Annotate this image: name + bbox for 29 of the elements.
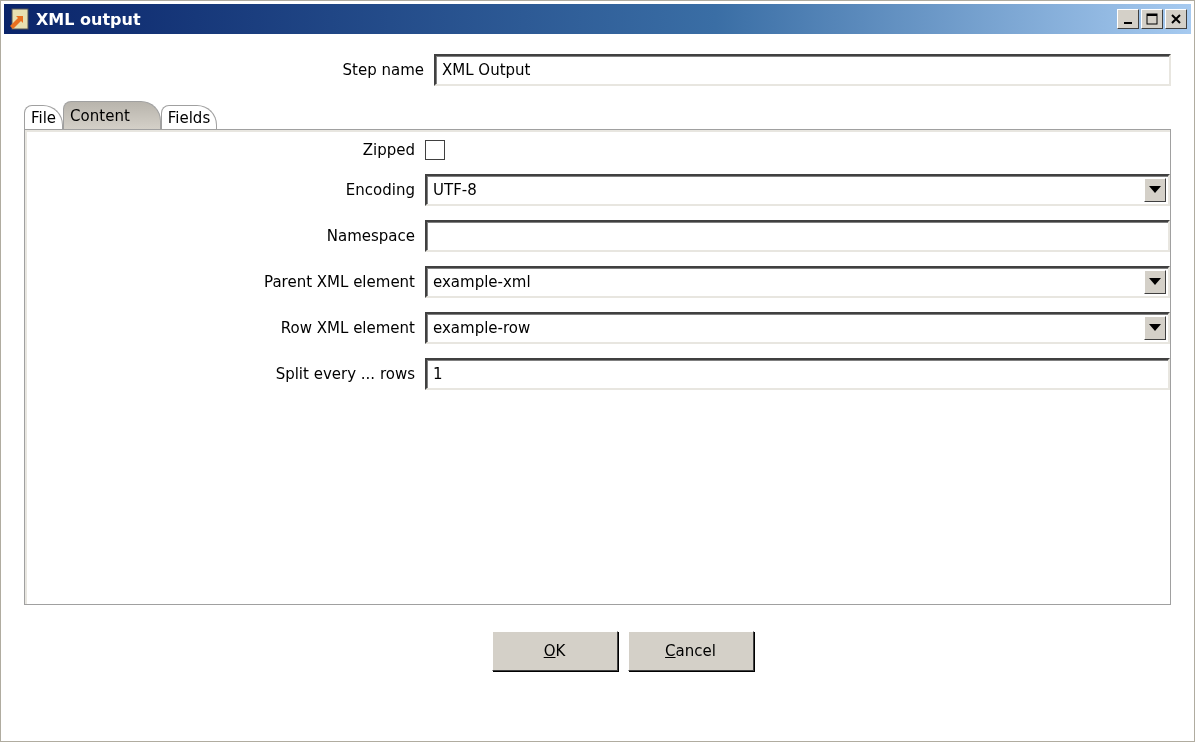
tab[interactable]: Fields	[160, 105, 218, 129]
field-label: Namespace	[325, 227, 415, 245]
tab[interactable]: Content	[63, 101, 161, 129]
dialog-button[interactable]: OK	[491, 631, 618, 671]
field-label: Row XML element	[279, 319, 415, 337]
window-title: XML output	[36, 9, 142, 29]
maximize-icon	[1146, 13, 1158, 25]
input-field[interactable]	[425, 220, 1170, 252]
caret-icon	[1149, 324, 1161, 332]
step-name-field[interactable]: XML Output	[434, 54, 1171, 86]
dialog-button[interactable]: Cancel	[627, 631, 754, 671]
caret-icon	[1149, 186, 1161, 194]
field-label: Split every ... rows	[274, 365, 415, 383]
field-label: Zipped	[361, 141, 415, 159]
maximize-button[interactable]	[1141, 9, 1163, 29]
dropdown-field[interactable]: example-xml	[425, 266, 1170, 298]
minimize-button[interactable]	[1117, 9, 1139, 29]
close-button[interactable]	[1165, 9, 1187, 29]
minimize-icon	[1124, 22, 1132, 24]
field-label: Step name	[341, 61, 424, 79]
field-label: Encoding	[344, 181, 415, 199]
tab[interactable]: File	[24, 105, 64, 129]
dropdown-field[interactable]: example-row	[425, 312, 1170, 344]
close-icon	[1171, 14, 1181, 24]
caret-icon	[1149, 278, 1161, 286]
input-field[interactable]: 1	[425, 358, 1170, 390]
dropdown-field[interactable]: UTF-8	[425, 174, 1170, 206]
field-label: Parent XML element	[263, 273, 415, 291]
checkbox[interactable]	[425, 140, 445, 160]
